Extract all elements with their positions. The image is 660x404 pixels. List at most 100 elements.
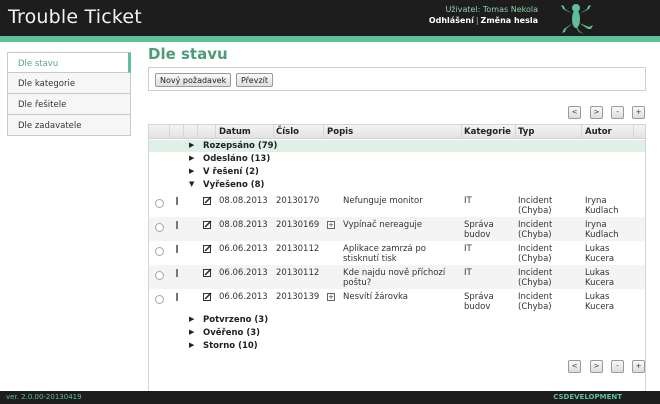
cell-datum: 06.06.2013 (219, 292, 268, 302)
cell-autor-sub: Kudlach (585, 206, 619, 216)
cell-autor-sub: Kucera (585, 254, 615, 264)
edit-icon[interactable] (203, 196, 212, 205)
group-label: V řešení (2) (203, 167, 259, 177)
expand-plus-icon[interactable]: + (327, 221, 335, 229)
version-label: ver. 2.0.00-20130419 (6, 393, 82, 401)
accent-bar (0, 36, 660, 42)
row-select-radio[interactable] (155, 199, 164, 208)
group-label: Odesláno (13) (203, 154, 271, 164)
priority-marker (176, 245, 178, 253)
priority-marker (176, 293, 178, 301)
page-title: Dle stavu (148, 45, 228, 63)
change-password-link[interactable]: Změna hesla (481, 16, 538, 25)
cell-datum: 06.06.2013 (219, 268, 268, 278)
pager-top: < > - + (568, 106, 646, 119)
cell-kategorie: IT (464, 196, 472, 206)
user-name: Uživatel: Tomas Nekola (445, 5, 538, 14)
prev-page-button[interactable]: < (568, 106, 581, 119)
edit-icon[interactable] (203, 268, 212, 277)
cell-autor-sub: Kucera (585, 278, 615, 288)
row-select-radio[interactable] (155, 223, 164, 232)
cell-cislo: 20130170 (276, 196, 320, 206)
col-header-popis[interactable]: Popis (327, 127, 353, 137)
col-header-datum[interactable]: Datum (219, 127, 251, 137)
cell-typ-sub: (Chyba) (518, 230, 552, 240)
gecko-logo-icon (561, 4, 593, 34)
collapse-all-button[interactable]: - (611, 106, 624, 119)
group-row[interactable]: ▶ Odesláno (13) (149, 153, 645, 165)
priority-marker (176, 221, 178, 229)
take-over-button[interactable]: Převzít (236, 73, 274, 87)
app-footer: ver. 2.0.00-20130419 CSDEVELOPMENT (0, 391, 660, 404)
cell-cislo: 20130112 (276, 268, 320, 278)
group-row[interactable]: ▶ Ověřeno (3) (149, 327, 645, 339)
col-header-autor[interactable]: Autor (585, 127, 612, 137)
cell-kategorie: IT (464, 244, 472, 254)
expand-plus-icon[interactable]: + (327, 293, 335, 301)
edit-icon[interactable] (203, 292, 212, 301)
group-row[interactable]: ▶ Storno (10) (149, 340, 645, 352)
sidebar-item-by-status[interactable]: Dle stavu (7, 52, 131, 73)
cell-popis: Vypínač nereaguje (343, 220, 423, 230)
table-row[interactable]: 06.06.2013 20130112 Kde najdu nově přích… (149, 265, 645, 289)
collapse-all-button[interactable]: - (611, 360, 624, 373)
cell-datum: 08.08.2013 (219, 220, 268, 230)
row-select-radio[interactable] (155, 295, 164, 304)
sidebar-item-by-category[interactable]: Dle kategorie (7, 73, 131, 94)
edit-icon[interactable] (203, 220, 212, 229)
group-label: Vyřešeno (8) (203, 180, 265, 190)
cell-kategorie-sub: budov (464, 230, 491, 240)
sidebar-nav: Dle stavu Dle kategorie Dle řešitele Dle… (7, 52, 131, 136)
expand-arrow-icon[interactable]: ▶ (189, 328, 194, 336)
edit-icon[interactable] (203, 244, 212, 253)
table-row[interactable]: 08.08.2013 20130170 Nefunguje monitor IT… (149, 193, 645, 217)
table-row[interactable]: 06.06.2013 20130112 Aplikace zamrzá po s… (149, 241, 645, 265)
grid-header: Datum Číslo Popis Kategorie Typ Autor (149, 125, 645, 139)
col-header-typ[interactable]: Typ (518, 127, 534, 137)
cell-autor-sub: Kudlach (585, 230, 619, 240)
col-header-cislo[interactable]: Číslo (276, 127, 299, 137)
next-page-button[interactable]: > (590, 106, 603, 119)
cell-popis-sub: poštu? (343, 278, 372, 288)
group-row[interactable]: ▶ Potvrzeno (3) (149, 314, 645, 326)
priority-marker (176, 269, 178, 277)
expand-arrow-icon[interactable]: ▶ (189, 141, 194, 149)
cell-autor-sub: Kucera (585, 302, 615, 312)
next-page-button[interactable]: > (590, 360, 603, 373)
sidebar-item-by-requester[interactable]: Dle zadavatele (7, 115, 131, 136)
logout-link[interactable]: Odhlášení (429, 16, 474, 25)
cell-cislo: 20130112 (276, 244, 320, 254)
cell-kategorie-sub: budov (464, 302, 491, 312)
cell-popis: Nefunguje monitor (343, 196, 423, 206)
table-row[interactable]: 08.08.2013 20130169 + Vypínač nereaguje … (149, 217, 645, 241)
expand-all-button[interactable]: + (632, 360, 645, 373)
group-row[interactable]: ▶ Rozepsáno (79) (149, 140, 645, 152)
table-row[interactable]: 06.06.2013 20130139 + Nesvítí žárovka Sp… (149, 289, 645, 313)
row-select-radio[interactable] (155, 247, 164, 256)
cell-typ-sub: (Chyba) (518, 302, 552, 312)
sidebar-item-by-solver[interactable]: Dle řešitele (7, 94, 131, 115)
expand-arrow-icon[interactable]: ▶ (189, 315, 194, 323)
row-select-radio[interactable] (155, 271, 164, 280)
cell-cislo: 20130139 (276, 292, 320, 302)
group-label: Storno (10) (203, 341, 258, 351)
expand-arrow-icon[interactable]: ▶ (189, 341, 194, 349)
expand-arrow-icon[interactable]: ▶ (189, 154, 194, 162)
col-header-kategorie[interactable]: Kategorie (464, 127, 511, 137)
expand-arrow-icon[interactable]: ▶ (189, 167, 194, 175)
cell-cislo: 20130169 (276, 220, 320, 230)
group-row[interactable]: ▶ V řešení (2) (149, 166, 645, 178)
group-row[interactable]: ▼ Vyřešeno (8) (149, 179, 645, 191)
link-separator: | (475, 16, 479, 25)
cell-datum: 06.06.2013 (219, 244, 268, 254)
pager-bottom: < > - + (568, 360, 646, 373)
app-title: Trouble Ticket (8, 6, 142, 28)
collapse-arrow-icon[interactable]: ▼ (189, 180, 194, 188)
expand-all-button[interactable]: + (632, 106, 645, 119)
cell-typ-sub: (Chyba) (518, 254, 552, 264)
prev-page-button[interactable]: < (568, 360, 581, 373)
group-label: Rozepsáno (79) (203, 141, 278, 151)
brand-label: CSDEVELOPMENT (553, 393, 622, 401)
new-request-button[interactable]: Nový požadavek (155, 73, 232, 87)
priority-marker (176, 197, 178, 205)
